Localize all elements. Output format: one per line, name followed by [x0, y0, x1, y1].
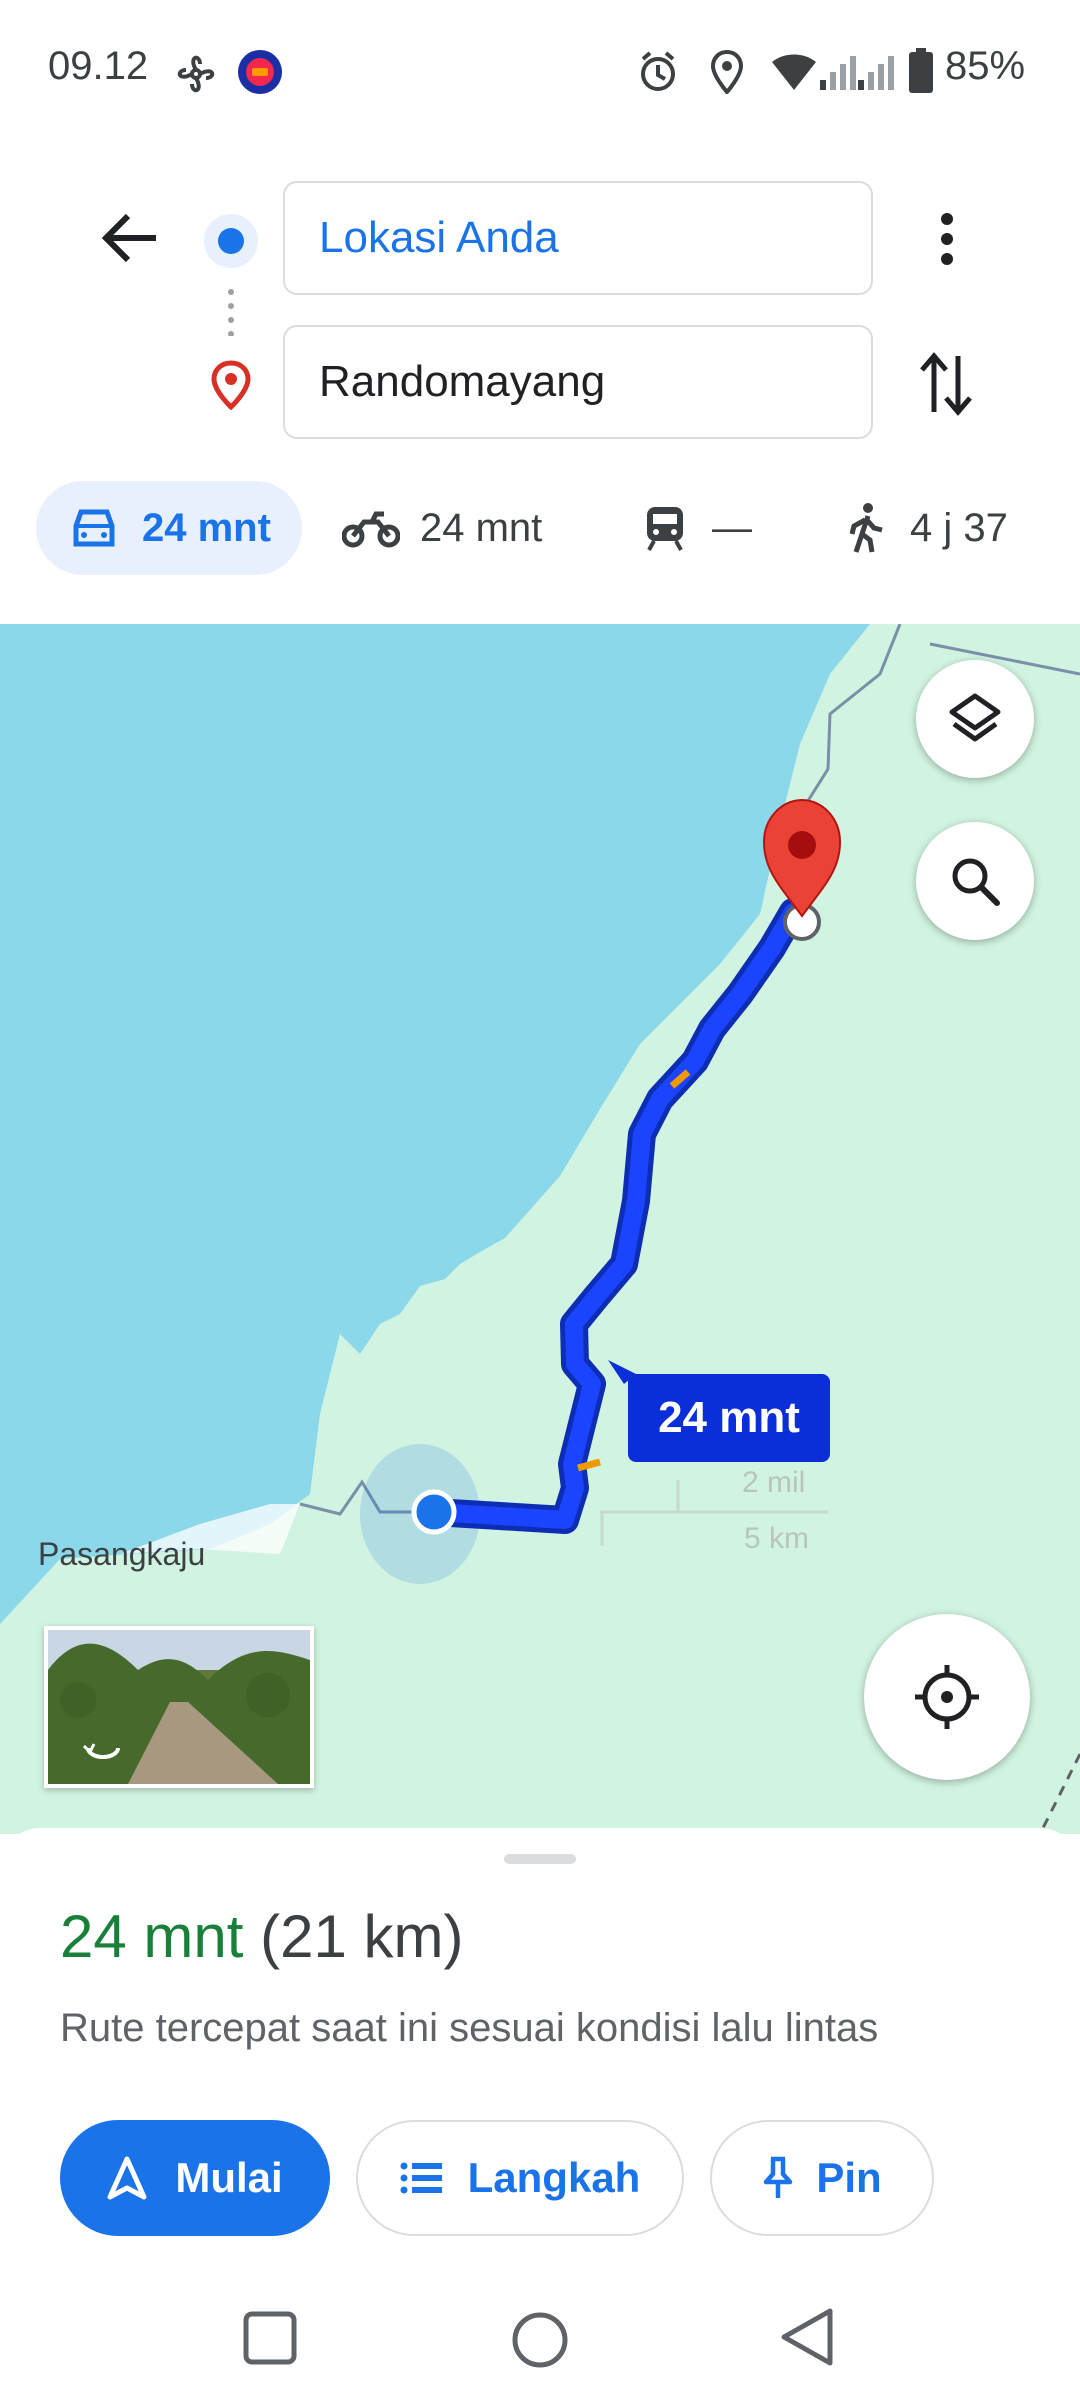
back-nav-icon[interactable]: [778, 2306, 836, 2368]
route-distance: (21 km): [260, 1903, 464, 1970]
mode-tab-walk[interactable]: 4 j 37: [846, 481, 1008, 575]
layers-button[interactable]: [916, 660, 1034, 778]
pin-label: Pin: [816, 2154, 882, 2201]
map-view[interactable]: 24 mnt Pasangkaju 2 mil 5 km: [0, 624, 1080, 1834]
battery-percent: 85%: [945, 44, 1026, 88]
mode-drive-label: 24 mnt: [142, 505, 271, 550]
scale-secondary-label: 5 km: [744, 1522, 810, 1555]
mode-transit-label: —: [712, 505, 752, 550]
pin-button[interactable]: Pin: [710, 2120, 934, 2236]
home-icon[interactable]: [510, 2310, 570, 2370]
layers-icon: [949, 693, 1001, 742]
signal-icon: [820, 56, 856, 90]
signal-icon: [858, 56, 894, 90]
navigation-arrow-icon: [107, 2156, 147, 2200]
route-duration: 24 mnt: [60, 1903, 244, 1970]
route-time-label[interactable]: 24 mnt: [628, 1374, 830, 1462]
crosshair-icon: [915, 1665, 979, 1729]
steps-label: Langkah: [467, 2154, 641, 2201]
walk-icon: [849, 503, 883, 553]
status-time: 09.12: [48, 44, 149, 88]
wifi-icon: [772, 54, 816, 90]
origin-dot-icon: [204, 214, 258, 268]
pin-icon: [764, 2156, 793, 2198]
current-location-dot: [411, 1489, 457, 1535]
search-icon: [952, 858, 1000, 906]
sheet-handle[interactable]: [504, 1854, 576, 1864]
place-label: Pasangkaju: [38, 1536, 206, 1572]
start-label: Mulai: [175, 2154, 283, 2201]
start-button[interactable]: Mulai: [60, 2120, 330, 2236]
steps-button[interactable]: Langkah: [356, 2120, 684, 2236]
street-view-image: [48, 1630, 310, 1784]
swap-icon[interactable]: [916, 352, 976, 416]
list-icon: [400, 2162, 442, 2194]
mode-walk-label: 4 j 37: [910, 505, 1008, 550]
back-arrow-icon[interactable]: [100, 210, 160, 266]
destination-pin-icon: [211, 360, 251, 410]
battery-icon: [909, 48, 933, 93]
mode-tab-motorcycle[interactable]: 24 mnt: [342, 481, 542, 575]
route-summary: 24 mnt (21 km): [60, 1902, 463, 1971]
fan-icon: [177, 55, 215, 93]
mode-motorcycle-label: 24 mnt: [420, 505, 543, 550]
location-icon: [710, 50, 744, 94]
search-button[interactable]: [916, 822, 1034, 940]
destination-input[interactable]: Randomayang: [283, 325, 873, 439]
street-view-thumbnail[interactable]: [44, 1626, 314, 1788]
bottom-sheet[interactable]: 24 mnt (21 km) Rute tercepat saat ini se…: [0, 1828, 1080, 2408]
recents-icon[interactable]: [242, 2310, 298, 2366]
alarm-icon: [641, 51, 675, 91]
car-icon: [73, 509, 115, 547]
my-location-button[interactable]: [864, 1614, 1030, 1780]
route-connector-dots: [228, 289, 234, 336]
mode-tab-drive[interactable]: 24 mnt: [36, 481, 302, 575]
more-options-icon[interactable]: [930, 212, 964, 266]
scale-primary-label: 2 mil: [742, 1466, 806, 1499]
mode-tab-transit[interactable]: —: [644, 481, 752, 575]
lazada-app-icon: [238, 50, 282, 94]
motorcycle-icon: [342, 511, 400, 548]
route-description: Rute tercepat saat ini sesuai kondisi la…: [60, 2006, 879, 2050]
route-label-pointer: [608, 1360, 636, 1384]
origin-input[interactable]: Lokasi Anda: [283, 181, 873, 295]
train-icon: [647, 507, 683, 551]
